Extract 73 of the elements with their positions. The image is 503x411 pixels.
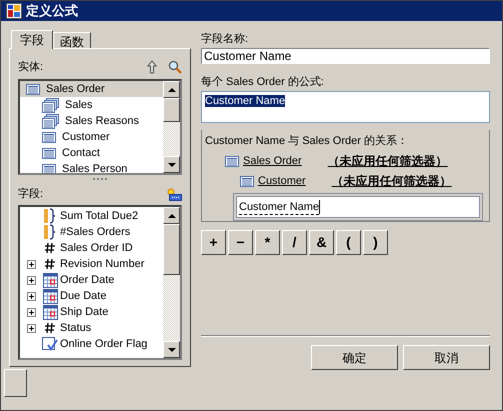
hash-icon xyxy=(44,258,56,270)
stacked-list-icon xyxy=(42,114,59,128)
scroll-up-button[interactable] xyxy=(163,81,180,98)
brace-icon xyxy=(44,208,56,224)
up-arrow-icon xyxy=(146,60,158,74)
hash-icon xyxy=(44,242,56,254)
field-item[interactable]: Status xyxy=(20,320,163,336)
list-icon xyxy=(42,132,56,142)
scroll-down-button[interactable] xyxy=(163,156,180,173)
field-name-input[interactable]: Customer Name xyxy=(201,48,490,64)
operator-button[interactable]: − xyxy=(228,230,253,255)
scrollbar[interactable] xyxy=(163,81,180,173)
app-icon xyxy=(6,3,22,19)
entity-link[interactable]: Customer xyxy=(258,172,306,190)
operator-button[interactable]: + xyxy=(201,230,226,255)
entity-item[interactable]: Sales Reasons xyxy=(20,113,163,129)
scrollbar[interactable] xyxy=(163,207,180,358)
calendar-icon xyxy=(42,288,58,304)
field-name-label: 字段名称: xyxy=(201,32,250,47)
window-title: 定义公式 xyxy=(26,2,78,20)
blank-button[interactable] xyxy=(4,369,27,397)
dialog-button[interactable]: 取消 xyxy=(403,345,490,370)
relationship-field-input[interactable]: Customer Name xyxy=(233,193,483,221)
entity-item[interactable]: Sales Order xyxy=(20,81,163,97)
field-item[interactable]: #Sales Orders xyxy=(20,224,163,240)
expand-icon[interactable] xyxy=(27,292,36,300)
list-icon xyxy=(26,84,40,94)
list-icon xyxy=(240,176,254,186)
entity-link[interactable]: Sales Order xyxy=(243,152,302,170)
calendar-icon xyxy=(42,272,58,288)
list-icon xyxy=(225,156,239,166)
checkbox-icon xyxy=(42,336,58,352)
operator-button[interactable]: & xyxy=(309,230,334,255)
calendar-icon xyxy=(42,304,58,320)
entity-item[interactable]: Customer xyxy=(20,129,163,145)
expand-icon[interactable] xyxy=(27,260,36,268)
entity-item[interactable]: Sales xyxy=(20,97,163,113)
new-field-icon xyxy=(166,187,182,201)
operator-button[interactable]: / xyxy=(282,230,307,255)
field-item[interactable]: Online Order Flag xyxy=(20,336,163,352)
dialog-button[interactable]: 确定 xyxy=(311,345,398,370)
operator-button[interactable]: ) xyxy=(363,230,388,255)
formula-input[interactable]: Customer Name xyxy=(201,91,490,123)
list-icon xyxy=(42,148,56,158)
stacked-list-icon xyxy=(42,98,59,112)
formula-label: 每个 Sales Order 的公式: xyxy=(201,74,325,90)
entity-item[interactable]: Contact xyxy=(20,145,163,161)
field-item[interactable]: Sales Order ID xyxy=(20,240,163,256)
field-item[interactable]: Due Date xyxy=(20,288,163,304)
scroll-up-button[interactable] xyxy=(163,207,180,224)
expand-icon[interactable] xyxy=(27,324,36,332)
scroll-down-button[interactable] xyxy=(163,341,180,358)
hash-icon xyxy=(44,322,56,334)
expand-icon[interactable] xyxy=(27,276,36,284)
entity-item[interactable]: Sales Person xyxy=(20,161,163,173)
scroll-thumb[interactable] xyxy=(163,224,180,275)
brace-icon xyxy=(44,224,56,240)
fields-label: 字段: xyxy=(18,186,44,202)
tab[interactable]: 函数 xyxy=(53,32,91,48)
field-item[interactable]: Ship Date xyxy=(20,304,163,320)
filter-link[interactable]: （未应用任何筛选器） xyxy=(332,172,452,190)
operator-button[interactable]: * xyxy=(255,230,280,255)
search-icon xyxy=(168,60,182,74)
tab[interactable]: 字段 xyxy=(11,30,53,49)
field-item[interactable]: Sum Total Due2 xyxy=(20,208,163,224)
operator-button[interactable]: ( xyxy=(336,230,361,255)
expand-icon[interactable] xyxy=(27,308,36,316)
entity-label: 实体: xyxy=(18,60,44,75)
scroll-thumb[interactable] xyxy=(163,98,180,122)
field-item[interactable]: Revision Number xyxy=(20,256,163,272)
filter-link[interactable]: （未应用任何筛选器） xyxy=(328,152,448,170)
field-item[interactable]: Order Date xyxy=(20,272,163,288)
relationship-label: Customer Name 与 Sales Order 的关系： xyxy=(205,134,409,149)
